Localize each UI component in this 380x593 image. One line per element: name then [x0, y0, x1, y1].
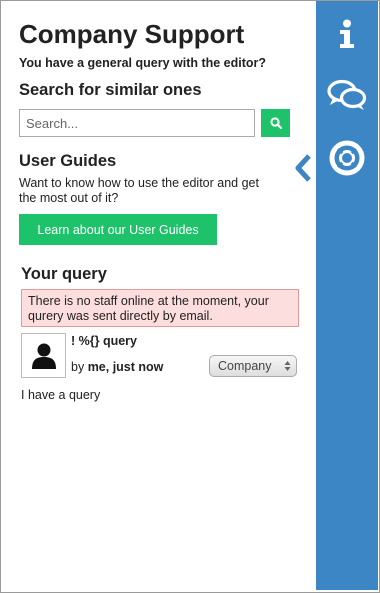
info-icon [340, 19, 354, 48]
chevron-left-icon[interactable] [293, 153, 315, 183]
byline-author-time: me, just now [87, 360, 164, 374]
user-silhouette-icon [31, 343, 56, 369]
avatar [21, 333, 66, 378]
byline-prefix: by [71, 360, 85, 374]
user-guides-heading: User Guides [19, 152, 117, 170]
user-guides-description: Want to know how to use the editor and g… [19, 176, 259, 205]
side-rail [316, 1, 378, 590]
user-guides-button[interactable]: Learn about our User Guides [19, 214, 217, 245]
panel-subtitle: You have a general query with the editor… [19, 56, 267, 70]
support-panel: Company Support You have a general query… [1, 1, 315, 590]
your-query-heading: Your query [21, 265, 107, 283]
select-arrows-icon [284, 361, 291, 371]
offline-alert: There is no staff online at the moment, … [21, 289, 299, 327]
chat-bubbles-icon [327, 79, 367, 110]
rail-info-button[interactable] [316, 19, 378, 49]
category-select-value: Company [218, 359, 272, 373]
category-select[interactable]: Company [209, 355, 297, 377]
search-heading: Search for similar ones [19, 81, 202, 99]
lifebuoy-icon [329, 140, 365, 176]
rail-support-button[interactable] [316, 139, 378, 177]
search-icon [269, 117, 282, 129]
search-button[interactable] [261, 109, 290, 137]
query-title: ! %{} query [71, 334, 137, 348]
panel-title: Company Support [19, 19, 245, 49]
query-byline: by me, just now [71, 360, 163, 374]
query-body: I have a query [21, 388, 101, 402]
rail-chat-button[interactable] [316, 79, 378, 113]
search-input[interactable] [19, 109, 255, 137]
